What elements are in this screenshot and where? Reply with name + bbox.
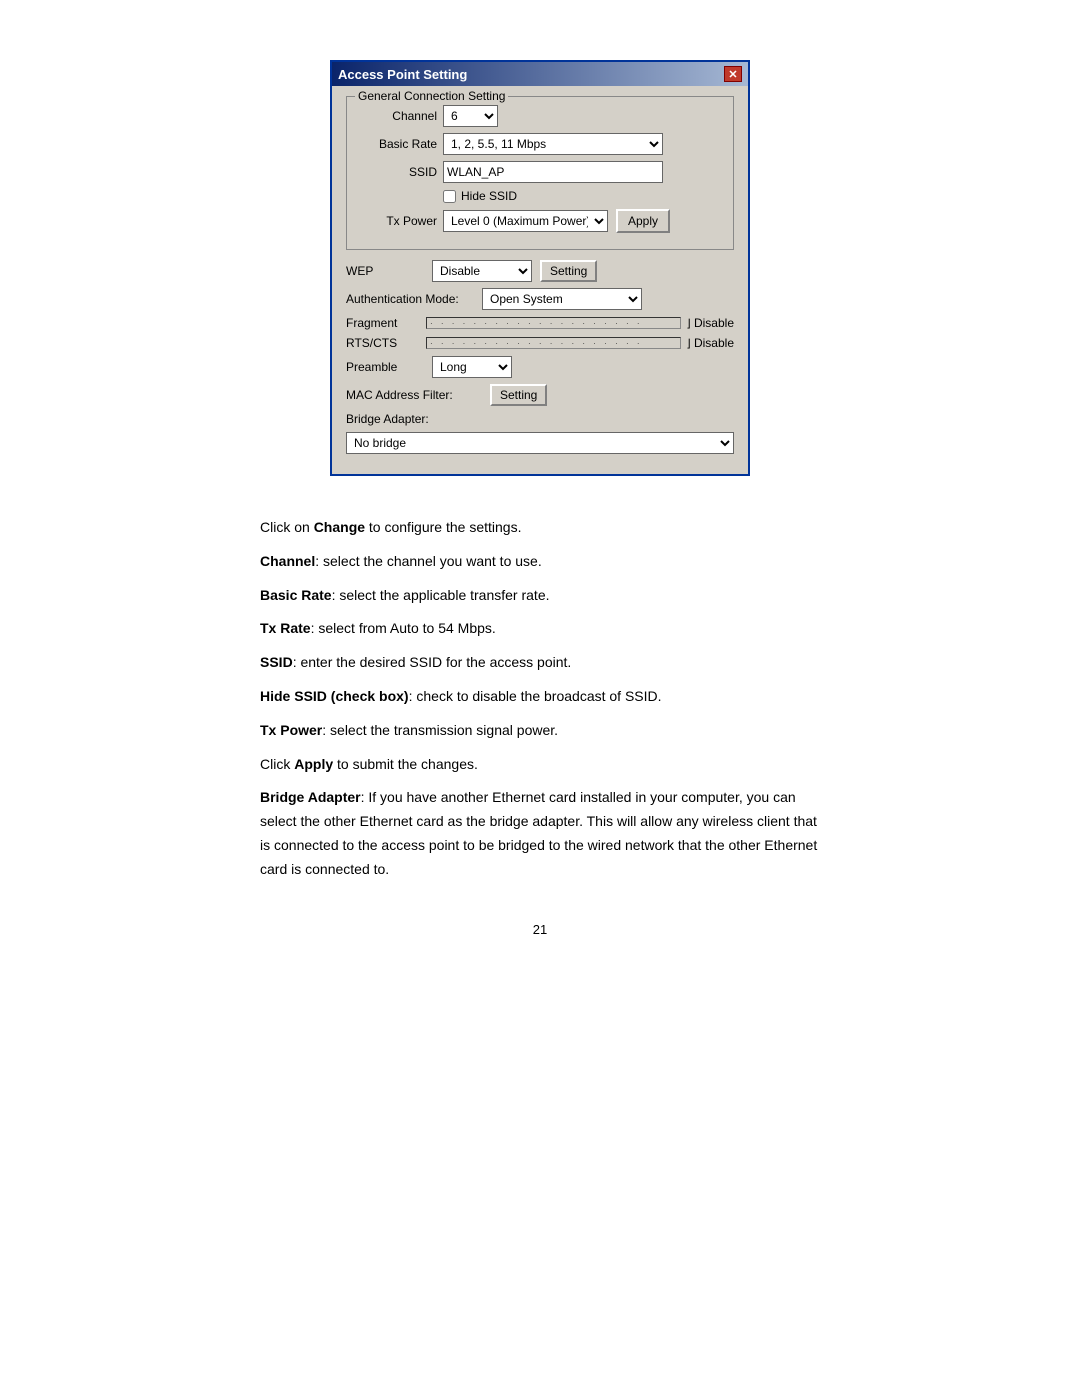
dialog-titlebar: Access Point Setting ✕ [332, 62, 748, 86]
rts-end-marker: ⌋ [686, 338, 690, 350]
wep-label: WEP [346, 264, 426, 278]
dialog-close-button[interactable]: ✕ [724, 66, 742, 82]
mac-setting-button[interactable]: Setting [490, 384, 547, 406]
ssid-row: SSID [357, 161, 723, 183]
rts-cts-label: RTS/CTS [346, 336, 426, 350]
auth-mode-select[interactable]: Open System Shared Key Auto [482, 288, 642, 310]
tx-rate-paragraph: Tx Rate: select from Auto to 54 Mbps. [260, 617, 820, 641]
tx-power-label: Tx Power [357, 214, 437, 228]
preamble-label: Preamble [346, 360, 426, 374]
mac-filter-label: MAC Address Filter: [346, 388, 476, 402]
bridge-adapter-label-row: Bridge Adapter: [346, 412, 734, 426]
page-number: 21 [80, 922, 1000, 937]
ssid-paragraph: SSID: enter the desired SSID for the acc… [260, 651, 820, 675]
hide-ssid-checkbox[interactable] [443, 190, 456, 203]
wep-row: WEP Disable 64 bit 128 bit Setting [346, 260, 734, 282]
wep-select[interactable]: Disable 64 bit 128 bit [432, 260, 532, 282]
channel-paragraph: Channel: select the channel you want to … [260, 550, 820, 574]
bridge-select[interactable]: No bridge [346, 432, 734, 454]
fragment-end-marker: ⌋ [686, 318, 690, 330]
ssid-input[interactable] [443, 161, 663, 183]
bridge-paragraph: Bridge Adapter: If you have another Ethe… [260, 786, 820, 881]
tx-power-paragraph: Tx Power: select the transmission signal… [260, 719, 820, 743]
rts-cts-row: RTS/CTS · · · · · · · · · · · · · · · · … [346, 336, 734, 350]
channel-row: Channel 6 12345 7891011 [357, 105, 723, 127]
fragment-row: Fragment · · · · · · · · · · · · · · · ·… [346, 316, 734, 330]
bridge-select-row: No bridge [346, 432, 734, 454]
tx-power-select[interactable]: Level 0 (Maximum Power) Level 1 Level 2 … [443, 210, 608, 232]
bridge-adapter-label: Bridge Adapter: [346, 412, 429, 426]
basic-rate-label: Basic Rate [357, 137, 437, 151]
fragment-label: Fragment [346, 316, 426, 330]
auth-mode-row: Authentication Mode: Open System Shared … [346, 288, 734, 310]
dialog-title: Access Point Setting [338, 67, 467, 82]
hide-ssid-row: Hide SSID [357, 189, 723, 203]
mac-filter-row: MAC Address Filter: Setting [346, 384, 734, 406]
fragment-disable: ⌋ Disable [686, 316, 734, 330]
dialog-body: General Connection Setting Channel 6 123… [332, 86, 748, 474]
basic-rate-select[interactable]: 1, 2, 5.5, 11 Mbps 1, 2 Mbps All [443, 133, 663, 155]
channel-label: Channel [357, 109, 437, 123]
tx-power-row: Tx Power Level 0 (Maximum Power) Level 1… [357, 209, 723, 233]
wep-setting-button[interactable]: Setting [540, 260, 597, 282]
preamble-select[interactable]: Long Short [432, 356, 512, 378]
preamble-row: Preamble Long Short [346, 356, 734, 378]
hide-ssid-paragraph: Hide SSID (check box): check to disable … [260, 685, 820, 709]
hide-ssid-label: Hide SSID [461, 189, 517, 203]
intro-paragraph: Click on Change to configure the setting… [260, 516, 820, 540]
fragment-slider[interactable]: · · · · · · · · · · · · · · · · · · · · [426, 317, 681, 329]
general-connection-group: General Connection Setting Channel 6 123… [346, 96, 734, 250]
rts-cts-slider[interactable]: · · · · · · · · · · · · · · · · · · · · [426, 337, 681, 349]
channel-select[interactable]: 6 12345 7891011 [443, 105, 498, 127]
ssid-label: SSID [357, 165, 437, 179]
apply-paragraph: Click Apply to submit the changes. [260, 753, 820, 777]
body-content: Click on Change to configure the setting… [260, 516, 820, 892]
apply-button[interactable]: Apply [616, 209, 670, 233]
group-legend: General Connection Setting [355, 89, 508, 103]
basic-rate-paragraph: Basic Rate: select the applicable transf… [260, 584, 820, 608]
access-point-dialog: Access Point Setting ✕ General Connectio… [330, 60, 750, 476]
rts-cts-disable: ⌋ Disable [686, 336, 734, 350]
auth-mode-label: Authentication Mode: [346, 292, 476, 306]
basic-rate-row: Basic Rate 1, 2, 5.5, 11 Mbps 1, 2 Mbps … [357, 133, 723, 155]
